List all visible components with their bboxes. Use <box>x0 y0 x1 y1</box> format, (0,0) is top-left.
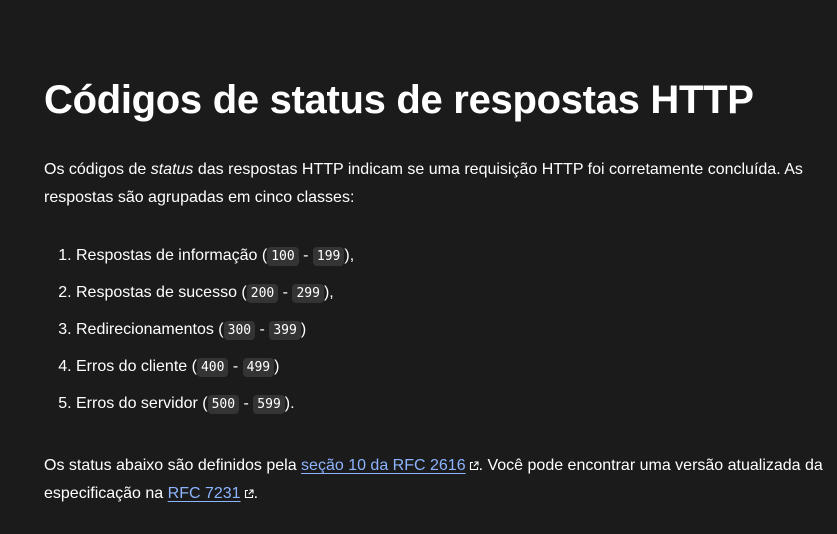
list-item: Redirecionamentos (300 - 399) <box>76 314 354 351</box>
code-range-end: 199 <box>312 247 345 266</box>
class-suffix: ) <box>300 321 307 338</box>
status-classes-list: Respostas de informação (100 - 199), Res… <box>44 240 354 425</box>
class-suffix: ) <box>274 358 280 375</box>
range-separator: - <box>255 321 270 338</box>
range-separator: - <box>278 284 293 301</box>
page-title: Códigos de status de respostas HTTP <box>44 78 754 122</box>
list-item: Respostas de informação (100 - 199), <box>76 240 354 277</box>
code-range-start: 500 <box>207 395 240 414</box>
class-suffix: ), <box>323 284 334 301</box>
intro-text-before: Os códigos de <box>44 161 151 178</box>
external-link-icon <box>469 461 479 471</box>
class-label: Respostas de informação ( <box>76 247 268 264</box>
range-separator: - <box>239 395 254 412</box>
list-item: Erros do servidor (500 - 599). <box>76 388 354 425</box>
code-range-end: 299 <box>292 284 324 303</box>
outro-paragraph: Os status abaixo são definidos pela seçã… <box>44 452 824 508</box>
code-range-end: 599 <box>253 395 285 414</box>
rfc-2616-link-text: seção 10 da RFC 2616 <box>301 457 466 474</box>
code-range-end: 499 <box>242 358 275 377</box>
intro-paragraph: Os códigos de status das respostas HTTP … <box>44 156 804 212</box>
article: Códigos de status de respostas HTTP Os c… <box>0 0 837 534</box>
class-suffix: ), <box>344 247 355 264</box>
rfc-7231-link-text: RFC 7231 <box>167 485 241 502</box>
range-separator: - <box>298 247 313 264</box>
code-range-start: 100 <box>267 247 299 266</box>
range-separator: - <box>228 358 243 375</box>
external-link-icon <box>244 489 254 499</box>
class-label: Erros do servidor ( <box>76 395 208 412</box>
code-range-start: 400 <box>196 358 229 377</box>
code-range-end: 399 <box>269 321 301 340</box>
list-item: Respostas de sucesso (200 - 299), <box>76 277 354 314</box>
rfc-2616-link[interactable]: seção 10 da RFC 2616 <box>301 457 466 474</box>
outro-text-before: Os status abaixo são definidos pela <box>44 457 302 474</box>
intro-emphasis: status <box>150 161 194 178</box>
class-label: Redirecionamentos ( <box>76 321 224 338</box>
list-item: Erros do cliente (400 - 499) <box>76 351 354 388</box>
class-suffix: ). <box>284 395 295 412</box>
rfc-7231-link[interactable]: RFC 7231 <box>168 485 241 502</box>
outro-text-after: . <box>253 485 259 502</box>
class-label: Erros do cliente ( <box>76 358 197 375</box>
class-label: Respostas de sucesso ( <box>76 284 247 301</box>
code-range-start: 200 <box>246 284 279 303</box>
code-range-start: 300 <box>223 321 256 340</box>
